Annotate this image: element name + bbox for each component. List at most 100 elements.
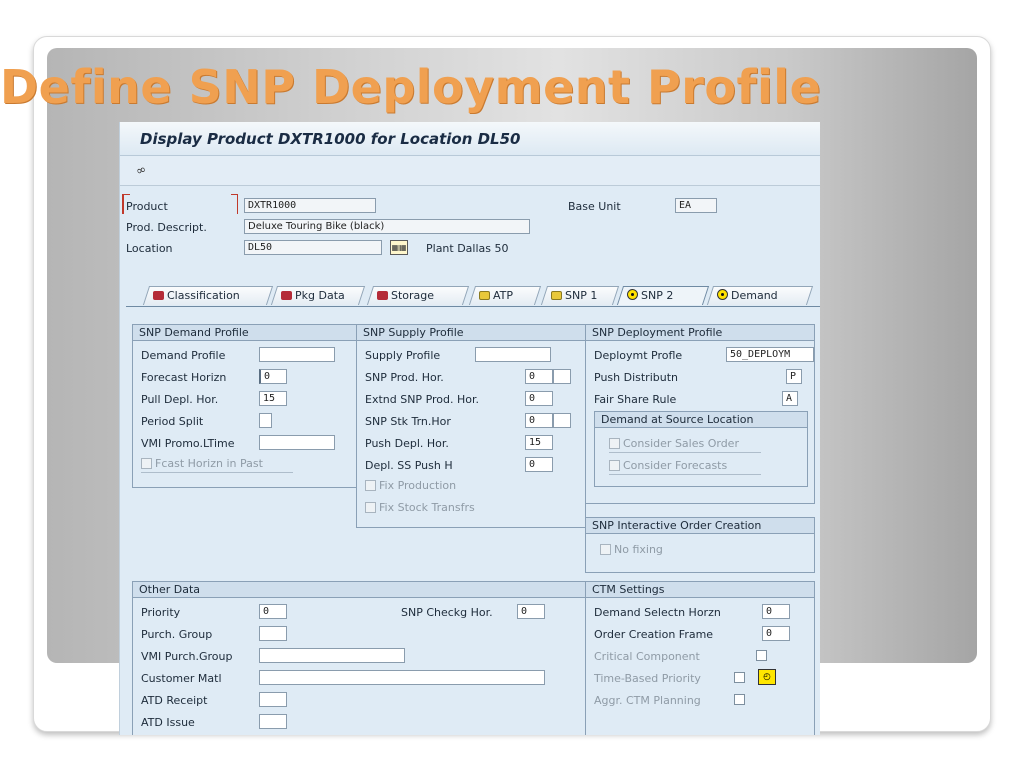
tab-status-icon bbox=[281, 291, 292, 300]
glasses-icon[interactable]: ∞ bbox=[134, 162, 148, 179]
consider-sales-checkbox[interactable] bbox=[609, 438, 620, 449]
consider-forecasts-label: Consider Forecasts bbox=[623, 459, 728, 472]
sap-window: Display Product DXTR1000 for Location DL… bbox=[119, 122, 820, 735]
group-title: SNP Interactive Order Creation bbox=[586, 518, 814, 534]
consider-sales-label: Consider Sales Order bbox=[623, 437, 739, 450]
demand-selectn-label: Demand Selectn Horzn bbox=[594, 606, 721, 619]
tab-label: ATP bbox=[493, 289, 514, 302]
critical-component-label: Critical Component bbox=[594, 650, 700, 663]
pull-depl-label: Pull Depl. Hor. bbox=[141, 393, 219, 406]
tab-label: SNP 2 bbox=[641, 289, 674, 302]
snp-interactive-order-group: SNP Interactive Order Creation No fixing bbox=[585, 517, 815, 573]
demand-profile-label: Demand Profile bbox=[141, 349, 226, 362]
no-fixing-checkbox[interactable] bbox=[600, 544, 611, 555]
fair-share-field[interactable]: A bbox=[782, 391, 798, 406]
tab-snp-2[interactable]: SNP 2 bbox=[616, 286, 710, 305]
location-name: Plant Dallas 50 bbox=[426, 242, 509, 255]
time-based-label: Time-Based Priority bbox=[594, 672, 701, 685]
deploy-profile-field[interactable]: 50_DEPLOYM bbox=[726, 347, 814, 362]
fcast-horizon-past-label: Fcast Horizn in Past bbox=[155, 457, 263, 470]
no-fixing-label: No fixing bbox=[614, 543, 663, 556]
location-field[interactable]: DL50 bbox=[244, 240, 382, 255]
tab-status-icon bbox=[627, 289, 638, 300]
snp-prod-hor-field[interactable]: 0 bbox=[525, 369, 553, 384]
push-dist-label: Push Distributn bbox=[594, 371, 678, 384]
supply-profile-field[interactable] bbox=[475, 347, 551, 362]
group-title: CTM Settings bbox=[586, 582, 814, 598]
snp-checkg-field[interactable]: 0 bbox=[517, 604, 545, 619]
tab-panel-snp-2: SNP Demand Profile Demand Profile Foreca… bbox=[126, 306, 820, 735]
snp-deployment-profile-group: SNP Deployment Profile Deploymt Profle 5… bbox=[585, 324, 815, 504]
demand-source-location-group: Demand at Source Location Consider Sales… bbox=[594, 411, 808, 487]
snp-stk-flag[interactable] bbox=[553, 413, 571, 428]
snp-demand-profile-group: SNP Demand Profile Demand Profile Foreca… bbox=[132, 324, 357, 488]
tab-snp-1[interactable]: SNP 1 bbox=[540, 286, 620, 305]
tab-label: Demand bbox=[731, 289, 778, 302]
purch-group-field[interactable] bbox=[259, 626, 287, 641]
snp-stk-label: SNP Stk Trn.Hor bbox=[365, 415, 451, 428]
forecast-horizon-field[interactable]: 0 bbox=[259, 369, 287, 384]
snp-stk-field[interactable]: 0 bbox=[525, 413, 553, 428]
forecast-horizon-label: Forecast Horizn bbox=[141, 371, 227, 384]
fix-production-label: Fix Production bbox=[379, 479, 457, 492]
demand-profile-field[interactable] bbox=[259, 347, 335, 362]
other-data-group: Other Data Priority 0 SNP Checkg Hor. 0 … bbox=[132, 581, 587, 735]
vmi-purch-label: VMI Purch.Group bbox=[141, 650, 233, 663]
vmi-promo-field[interactable] bbox=[259, 435, 335, 450]
tab-pkg-data[interactable]: Pkg Data bbox=[270, 286, 366, 305]
push-depl-label: Push Depl. Hor. bbox=[365, 437, 449, 450]
tab-demand[interactable]: Demand bbox=[706, 286, 814, 305]
push-dist-field[interactable]: P bbox=[786, 369, 802, 384]
tab-atp[interactable]: ATP bbox=[468, 286, 542, 305]
tab-label: Pkg Data bbox=[295, 289, 345, 302]
tab-storage[interactable]: Storage bbox=[366, 286, 470, 305]
location-label: Location bbox=[126, 242, 173, 255]
base-unit-field[interactable]: EA bbox=[675, 198, 717, 213]
consider-forecasts-checkbox[interactable] bbox=[609, 460, 620, 471]
factory-calendar-icon[interactable]: ▦▦ bbox=[390, 240, 408, 255]
tab-status-icon bbox=[377, 291, 388, 300]
fix-stock-checkbox[interactable] bbox=[365, 502, 376, 513]
vmi-purch-field[interactable] bbox=[259, 648, 405, 663]
product-field[interactable]: DXTR1000 bbox=[244, 198, 376, 213]
tab-strip: Classification Pkg Data Storage ATP SNP … bbox=[120, 282, 820, 306]
prod-descript-field[interactable]: Deluxe Touring Bike (black) bbox=[244, 219, 530, 234]
fix-production-checkbox[interactable] bbox=[365, 480, 376, 491]
push-depl-field[interactable]: 15 bbox=[525, 435, 553, 450]
customer-matl-label: Customer Matl bbox=[141, 672, 222, 685]
tab-label: Storage bbox=[391, 289, 435, 302]
priority-field[interactable]: 0 bbox=[259, 604, 287, 619]
tab-classification[interactable]: Classification bbox=[142, 286, 274, 305]
underline bbox=[609, 452, 761, 453]
atd-receipt-label: ATD Receipt bbox=[141, 694, 208, 707]
priority-label: Priority bbox=[141, 606, 181, 619]
help-icon[interactable]: ◴ bbox=[758, 669, 776, 685]
group-title: Other Data bbox=[133, 582, 586, 598]
demand-selectn-field[interactable]: 0 bbox=[762, 604, 790, 619]
group-title: SNP Supply Profile bbox=[357, 325, 585, 341]
order-creation-field[interactable]: 0 bbox=[762, 626, 790, 641]
critical-component-checkbox[interactable] bbox=[756, 650, 767, 661]
underline bbox=[141, 472, 293, 473]
base-unit-label: Base Unit bbox=[568, 200, 621, 213]
tab-label: Classification bbox=[167, 289, 240, 302]
snp-prod-hor-flag[interactable] bbox=[553, 369, 571, 384]
tab-status-icon bbox=[717, 289, 728, 300]
time-based-checkbox[interactable] bbox=[734, 672, 745, 683]
fcast-horizon-past-checkbox[interactable] bbox=[141, 458, 152, 469]
tab-status-icon bbox=[479, 291, 490, 300]
snp-supply-profile-group: SNP Supply Profile Supply Profile SNP Pr… bbox=[356, 324, 586, 528]
extnd-snp-field[interactable]: 0 bbox=[525, 391, 553, 406]
vmi-promo-label: VMI Promo.LTime bbox=[141, 437, 235, 450]
depl-ss-field[interactable]: 0 bbox=[525, 457, 553, 472]
window-title-bar: Display Product DXTR1000 for Location DL… bbox=[120, 122, 820, 156]
aggr-ctm-checkbox[interactable] bbox=[734, 694, 745, 705]
period-split-field[interactable] bbox=[259, 413, 272, 428]
pull-depl-field[interactable]: 15 bbox=[259, 391, 287, 406]
product-label: Product bbox=[126, 200, 168, 213]
customer-matl-field[interactable] bbox=[259, 670, 545, 685]
atd-issue-field[interactable] bbox=[259, 714, 287, 729]
atd-receipt-field[interactable] bbox=[259, 692, 287, 707]
aggr-ctm-label: Aggr. CTM Planning bbox=[594, 694, 701, 707]
tab-status-icon bbox=[153, 291, 164, 300]
